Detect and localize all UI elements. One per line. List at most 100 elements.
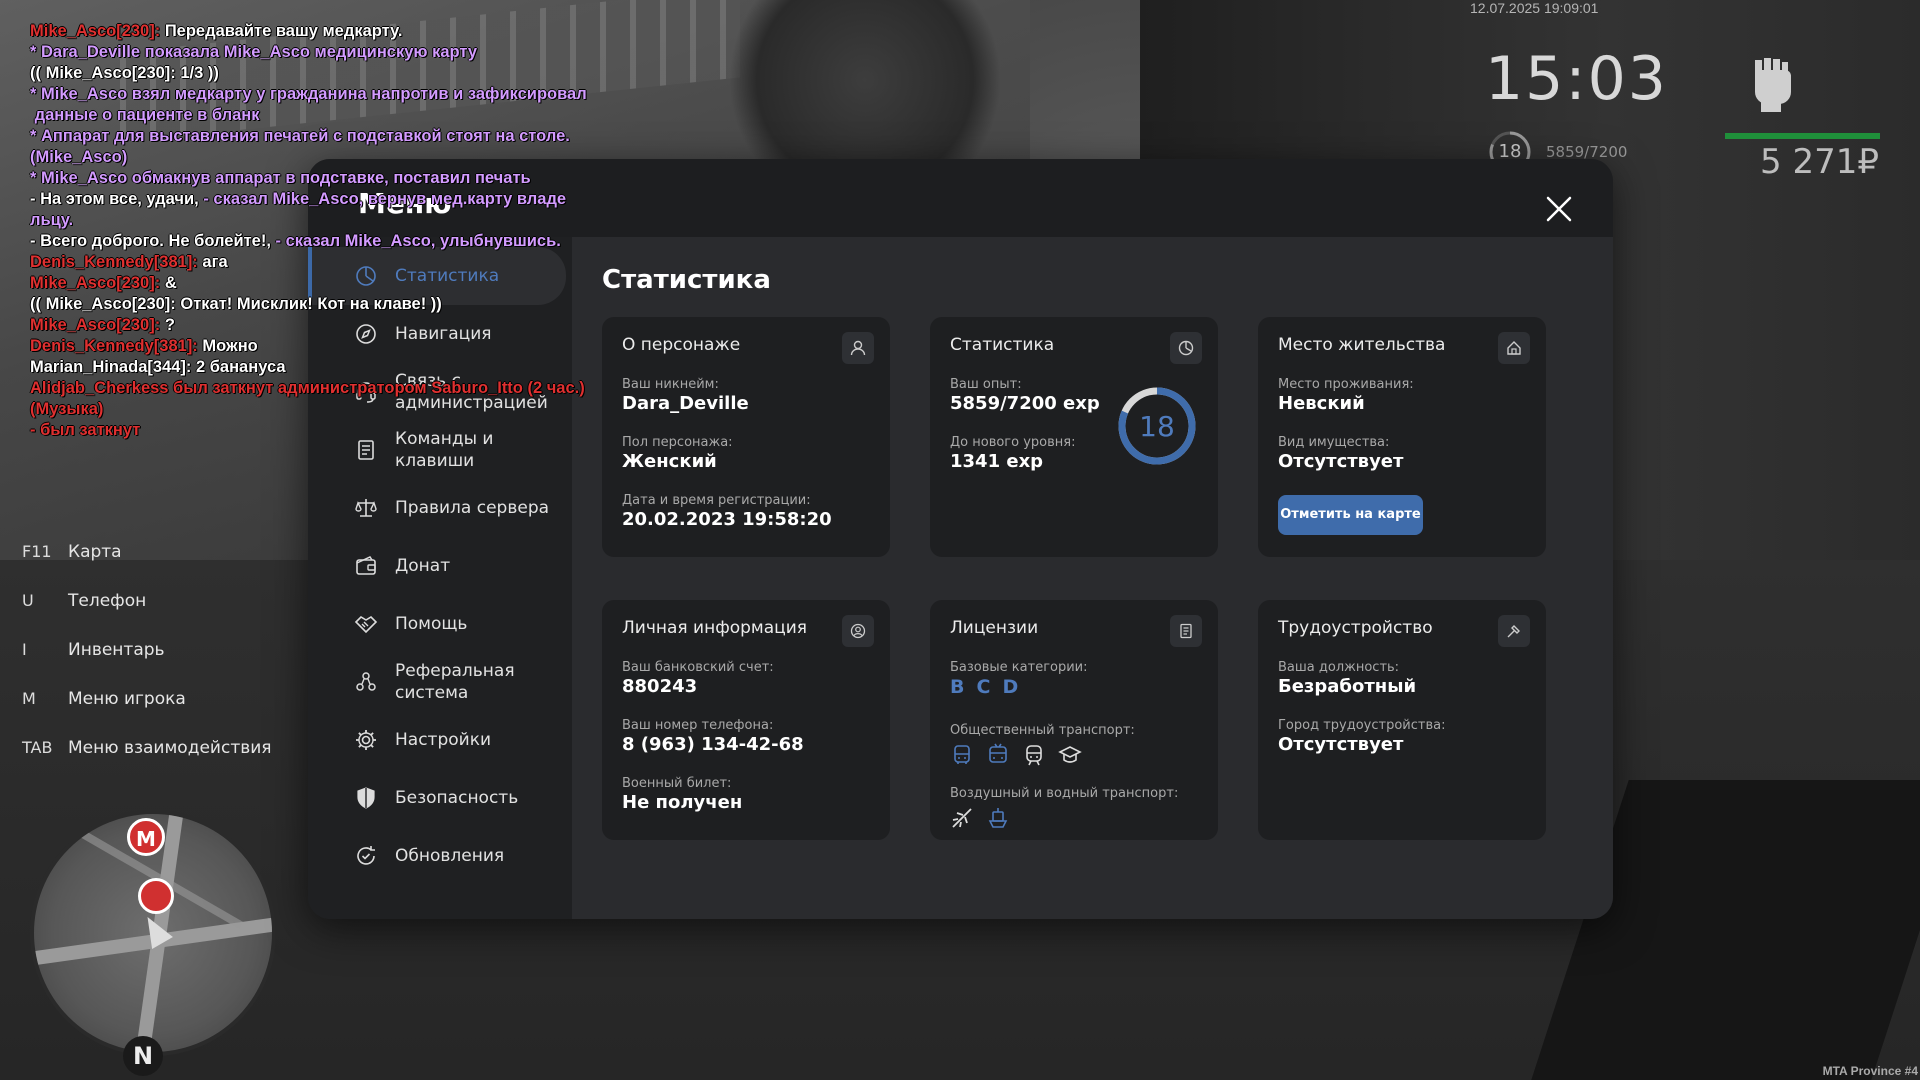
health-bar	[1725, 133, 1880, 139]
hotkey-key: I	[22, 640, 27, 659]
graduation-cap-icon	[1058, 746, 1082, 763]
chat-line: Mike_Asco[230]: &	[30, 273, 670, 294]
bank-account-value: 880243	[622, 676, 698, 697]
hud-date: 12.07.2025 19:09:01	[1470, 0, 1599, 16]
chat-line: * Mike_Asco обмакнув аппарат в подставке…	[30, 168, 670, 189]
hotkey-key: F11	[22, 542, 52, 561]
registration-value: 20.02.2023 19:58:20	[622, 509, 832, 530]
chat-text: Denis_Kennedy[381]:	[30, 337, 203, 355]
sidebar-item-ref[interactable]: Реферальная система	[308, 653, 564, 711]
chat-text: льцу.	[30, 211, 74, 229]
id-card-icon	[1170, 615, 1202, 647]
chat-line: (Музыка)	[30, 399, 670, 420]
field-label: Ваш номер телефона:	[622, 718, 774, 733]
chat-text: (( Mike_Asco[230]: Откат! Мисклик! Кот н…	[30, 295, 442, 313]
chat-line: (( Mike_Asco[230]: 1/3 ))	[30, 63, 670, 84]
field-label: До нового уровня:	[950, 435, 1076, 450]
hotkey-label: Телефон	[68, 590, 147, 611]
server-tag: MTA Province #4	[1822, 1064, 1918, 1078]
chat-text: (Музыка)	[30, 400, 104, 418]
metro-marker-icon: M	[127, 818, 165, 856]
next-level-value: 1341 exp	[950, 451, 1044, 472]
license-category: B	[950, 676, 967, 698]
level-number: 18	[1139, 410, 1175, 443]
chat-text: Alidjab_Cherkess был заткнут администрат…	[30, 379, 585, 397]
field-label: Общественный транспорт:	[950, 723, 1135, 738]
sidebar-item-rules[interactable]: Правила сервера	[308, 479, 564, 537]
chat-text: * Аппарат для выставления печатей с подс…	[30, 127, 570, 145]
chat-line: * Mike_Asco взял медкарту у гражданина н…	[30, 84, 670, 105]
sidebar-item-settings[interactable]: Настройки	[308, 711, 564, 769]
exp-value: 5859/7200 exp	[950, 393, 1100, 414]
card-title: Личная информация	[622, 618, 808, 638]
shield-icon	[357, 787, 375, 809]
sidebar-item-security[interactable]: Безопасность	[308, 769, 564, 827]
air-water-transport-icons	[950, 806, 1010, 830]
license-category: D	[1002, 676, 1021, 698]
gear-icon	[356, 730, 376, 750]
airplane-icon	[952, 808, 972, 828]
license-category: C	[976, 676, 993, 698]
chat-log: Mike_Asco[230]: Передавайте вашу медкарт…	[30, 21, 670, 441]
hud-money: 5 271₽	[1760, 142, 1879, 182]
chat-text: (Mike_Asco)	[30, 148, 128, 166]
user-circle-icon	[842, 615, 874, 647]
train-icon	[1026, 745, 1042, 766]
sidebar-item-help[interactable]: Помощь	[308, 595, 564, 653]
boat-icon	[988, 808, 1008, 828]
chat-text: Mike_Asco[230]:	[30, 316, 165, 334]
hotkey-i[interactable]: I Инвентарь	[22, 625, 272, 674]
card-licenses: Лицензии Базовые категории: BCD Обществе…	[930, 600, 1218, 840]
card-title: Трудоустройство	[1278, 618, 1433, 638]
hotkey-u[interactable]: U Телефон	[22, 576, 272, 625]
house-icon	[1498, 332, 1530, 364]
chat-text: ага	[202, 253, 228, 271]
sidebar-item-label: Обновления	[395, 846, 505, 866]
chat-text: * Dara_Deville показала Mike_Asco медици…	[30, 43, 478, 61]
mark-on-map-button[interactable]: Отметить на карте	[1278, 495, 1423, 535]
chat-line: Marian_Hinada[344]: 2 банануса	[30, 357, 670, 378]
chat-text: - сказал Mike_Asco, улыбнувшись.	[275, 232, 561, 250]
bus-icon	[954, 745, 970, 764]
sidebar-item-donate[interactable]: Донат	[308, 537, 564, 595]
card-stats: Статистика Ваш опыт: 5859/7200 exp До но…	[930, 317, 1218, 557]
chat-line: * Аппарат для выставления печатей с подс…	[30, 126, 670, 147]
field-label: Место проживания:	[1278, 377, 1414, 392]
work-city-value: Отсутствует	[1278, 734, 1404, 755]
people-icon	[356, 672, 376, 691]
chat-text: Mike_Asco[230]:	[30, 22, 165, 40]
user-icon	[842, 332, 874, 364]
chat-line: - был заткнут	[30, 420, 670, 441]
property-value: Отсутствует	[1278, 451, 1404, 472]
field-label: Вид имущества:	[1278, 435, 1390, 450]
sidebar-item-label: Помощь	[395, 614, 468, 634]
hotkey-tab[interactable]: TAB Меню взаимодействия	[22, 723, 272, 772]
wallet-icon	[356, 556, 376, 575]
hotkey-m[interactable]: M Меню игрока	[22, 674, 272, 723]
sidebar-item-label: Безопасность	[395, 788, 519, 808]
field-label: Воздушный и водный транспорт:	[950, 786, 1179, 801]
hotkey-f11[interactable]: F11 Карта	[22, 527, 272, 576]
chat-line: Mike_Asco[230]: ?	[30, 315, 670, 336]
hud-clock: 15:03	[1485, 44, 1668, 114]
phone-value: 8 (963) 134-42-68	[622, 734, 804, 755]
chat-text: Mike_Asco[230]:	[30, 274, 165, 292]
chat-text: Denis_Kennedy[381]:	[30, 253, 203, 271]
card-personal: Личная информация Ваш банковский счет: 8…	[602, 600, 890, 840]
document-icon	[358, 440, 374, 460]
hotkey-label: Инвентарь	[68, 639, 165, 660]
close-icon[interactable]	[1545, 195, 1573, 223]
vehicle-marker-icon	[138, 878, 174, 914]
trolleybus-icon	[989, 743, 1007, 763]
field-label: Базовые категории:	[950, 660, 1088, 675]
sidebar-item-label: Реферальная система	[395, 661, 515, 703]
level-ring: 18	[1118, 387, 1196, 465]
sidebar-item-updates[interactable]: Обновления	[308, 827, 564, 885]
chat-line: льцу.	[30, 210, 670, 231]
chat-line: данные о пациенте в бланк	[30, 105, 670, 126]
fist-icon	[1755, 58, 1791, 112]
stats-content: Статистика О персонаже Ваш никнейм: Dara…	[572, 237, 1613, 919]
hammer-icon	[1498, 615, 1530, 647]
card-residence: Место жительства Место проживания: Невск…	[1258, 317, 1546, 557]
chat-text: Marian_Hinada[344]: 2 банануса	[30, 358, 286, 376]
